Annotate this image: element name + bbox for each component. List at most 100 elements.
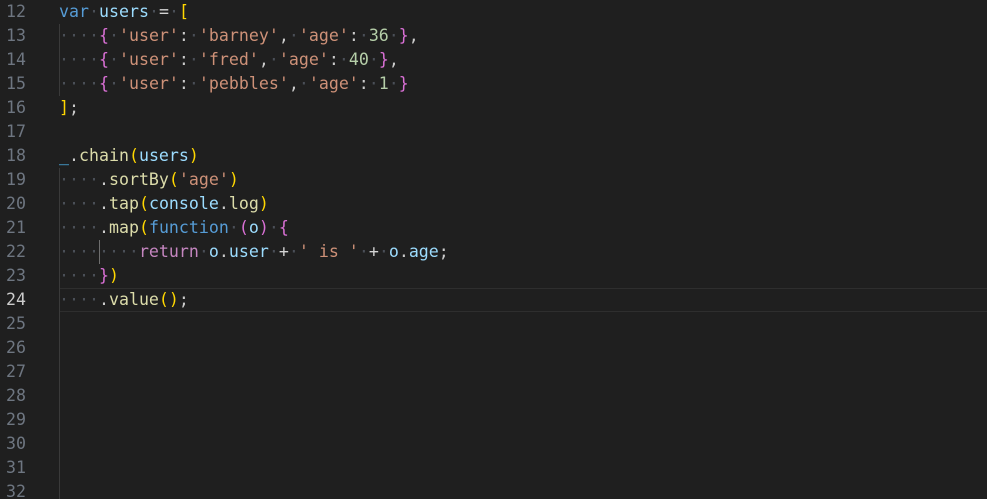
punctuation: . <box>398 242 409 261</box>
bracket: ( <box>128 146 139 165</box>
code-line-16[interactable]: ]; <box>59 96 79 120</box>
punctuation: : <box>348 26 359 45</box>
code-line-15[interactable]: ····{·'user':·'pebbles',·'age':·1·} <box>59 72 409 96</box>
line-number: 14 <box>6 50 26 69</box>
line-number: 17 <box>6 122 26 141</box>
bracket: ) <box>188 146 199 165</box>
bracket: { <box>278 218 289 237</box>
punctuation: : <box>328 50 339 69</box>
line-number: 25 <box>6 314 26 333</box>
bracket: } <box>98 266 109 285</box>
line-number: 19 <box>6 170 26 189</box>
code-line-22[interactable]: ········return·o.user·+·' is '·+·o.age; <box>59 240 449 264</box>
bracket: ) <box>168 290 179 309</box>
operator: + <box>368 242 379 261</box>
punctuation: , <box>408 26 419 45</box>
line-number: 15 <box>6 74 26 93</box>
line-number: 28 <box>6 386 26 405</box>
identifier: users <box>98 2 149 21</box>
bracket: ) <box>228 170 239 189</box>
identifier: user <box>228 242 269 261</box>
punctuation: . <box>69 146 79 165</box>
bracket: { <box>98 50 109 69</box>
bracket: ( <box>158 290 169 309</box>
bracket: } <box>398 26 409 45</box>
bracket: ( <box>238 218 249 237</box>
bracket: ] <box>59 98 69 117</box>
identifier: users <box>138 146 189 165</box>
identifier: _ <box>59 146 69 165</box>
code-line-13[interactable]: ····{·'user':·'barney',·'age':·36·}, <box>59 24 419 48</box>
punctuation: , <box>388 50 399 69</box>
function-name: value <box>108 290 159 309</box>
number: 1 <box>378 74 389 93</box>
punctuation: : <box>178 26 189 45</box>
bracket: { <box>98 26 109 45</box>
punctuation: : <box>358 74 369 93</box>
line-number: 13 <box>6 26 26 45</box>
number: 40 <box>348 50 369 69</box>
function-name: map <box>108 218 139 237</box>
number: 36 <box>368 26 389 45</box>
punctuation: . <box>98 218 109 237</box>
string: 'pebbles' <box>198 74 289 93</box>
string: 'barney' <box>198 26 279 45</box>
bracket: ( <box>138 194 149 213</box>
identifier: age <box>408 242 439 261</box>
punctuation: . <box>98 194 109 213</box>
punctuation: : <box>178 74 189 93</box>
bracket: ( <box>138 218 149 237</box>
bracket: } <box>378 50 389 69</box>
bracket: } <box>398 74 409 93</box>
line-number: 29 <box>6 410 26 429</box>
function-name: sortBy <box>108 170 169 189</box>
bracket: ) <box>258 218 269 237</box>
code-line-14[interactable]: ····{·'user':·'fred',·'age':·40·}, <box>59 48 399 72</box>
line-number: 27 <box>6 362 26 381</box>
bracket: { <box>98 74 109 93</box>
code-line-12[interactable]: var·users·=·[ <box>59 0 189 24</box>
bracket: ) <box>258 194 269 213</box>
code-line-19[interactable]: ····.sortBy('age') <box>59 168 239 192</box>
string: 'user' <box>118 50 179 69</box>
string: 'age' <box>308 74 359 93</box>
operator: = <box>158 2 169 21</box>
line-number: 18 <box>6 146 26 165</box>
identifier: console <box>148 194 219 213</box>
punctuation: . <box>218 194 229 213</box>
line-number-active: 24 <box>6 290 26 309</box>
code-editor[interactable]: 12 13 14 15 16 17 18 19 20 21 22 23 24 2… <box>0 0 987 499</box>
current-line-highlight <box>59 288 987 312</box>
punctuation: ; <box>438 242 449 261</box>
keyword: var <box>59 2 89 21</box>
code-line-18[interactable]: _.chain(users) <box>59 144 199 168</box>
identifier: o <box>248 218 259 237</box>
line-number: 32 <box>6 482 26 499</box>
line-number: 16 <box>6 98 26 117</box>
keyword: return <box>138 242 199 261</box>
identifier: o <box>208 242 219 261</box>
string: 'user' <box>118 26 179 45</box>
line-number: 23 <box>6 266 26 285</box>
function-name: tap <box>108 194 139 213</box>
identifier: o <box>388 242 399 261</box>
function-name: chain <box>79 146 129 165</box>
punctuation: , <box>288 74 299 93</box>
punctuation: ; <box>69 98 79 117</box>
line-number: 22 <box>6 242 26 261</box>
punctuation: ; <box>178 290 189 309</box>
line-number: 20 <box>6 194 26 213</box>
code-line-24[interactable]: ····.value(); <box>59 288 189 312</box>
code-line-21[interactable]: ····.map(function·(o)·{ <box>59 216 289 240</box>
string: 'age' <box>298 26 349 45</box>
line-number-gutter: 12 13 14 15 16 17 18 19 20 21 22 23 24 2… <box>0 0 52 499</box>
line-number: 26 <box>6 338 26 357</box>
string: 'fred' <box>198 50 259 69</box>
keyword: function <box>148 218 229 237</box>
punctuation: , <box>258 50 269 69</box>
string: 'age' <box>178 170 229 189</box>
code-line-23[interactable]: ····}) <box>59 264 119 288</box>
code-line-20[interactable]: ····.tap(console.log) <box>59 192 269 216</box>
punctuation: . <box>218 242 229 261</box>
bracket: ) <box>108 266 119 285</box>
